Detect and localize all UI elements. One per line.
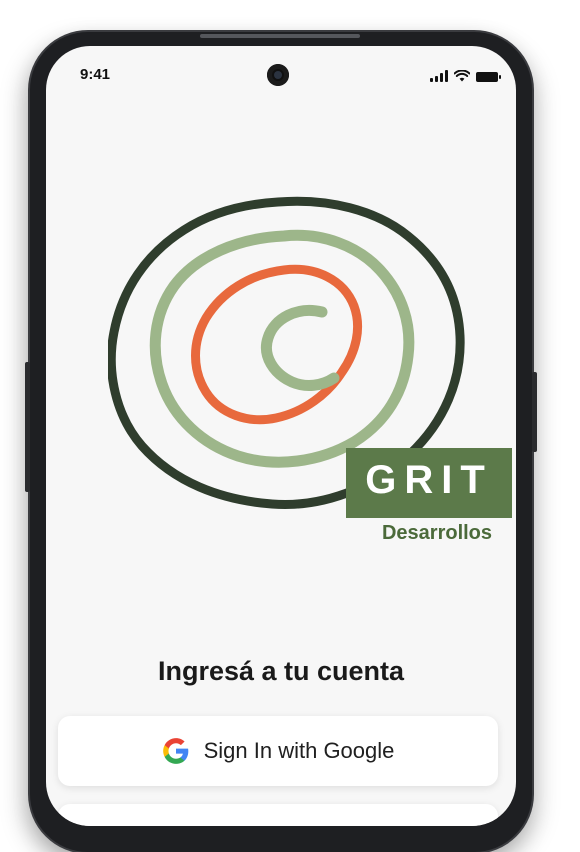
speaker-grille: [200, 34, 360, 38]
front-camera: [267, 64, 289, 86]
wifi-icon: [454, 70, 470, 82]
google-sign-in-button[interactable]: Sign In with Google: [58, 716, 498, 786]
volume-button: [25, 362, 30, 492]
battery-icon: [476, 72, 501, 82]
google-icon: [162, 738, 188, 764]
status-bar: 9:41: [46, 46, 516, 102]
signal-icon: [430, 70, 448, 82]
status-time: 9:41: [80, 66, 111, 83]
logo-subtitle: Desarrollos: [381, 522, 493, 544]
login-title: Ingresá a tu cuenta: [157, 656, 405, 686]
google-button-label: Sign In with Google: [203, 738, 395, 763]
screen: 9:41 GRIT Desarrollos Ingresá a tu cuent…: [46, 46, 516, 826]
status-icons: [430, 68, 501, 82]
logo-brand-text: GRIT: [365, 458, 493, 502]
power-button: [532, 372, 537, 452]
grit-logo: GRIT Desarrollos: [106, 196, 512, 544]
secondary-sign-in-button[interactable]: [58, 804, 498, 826]
